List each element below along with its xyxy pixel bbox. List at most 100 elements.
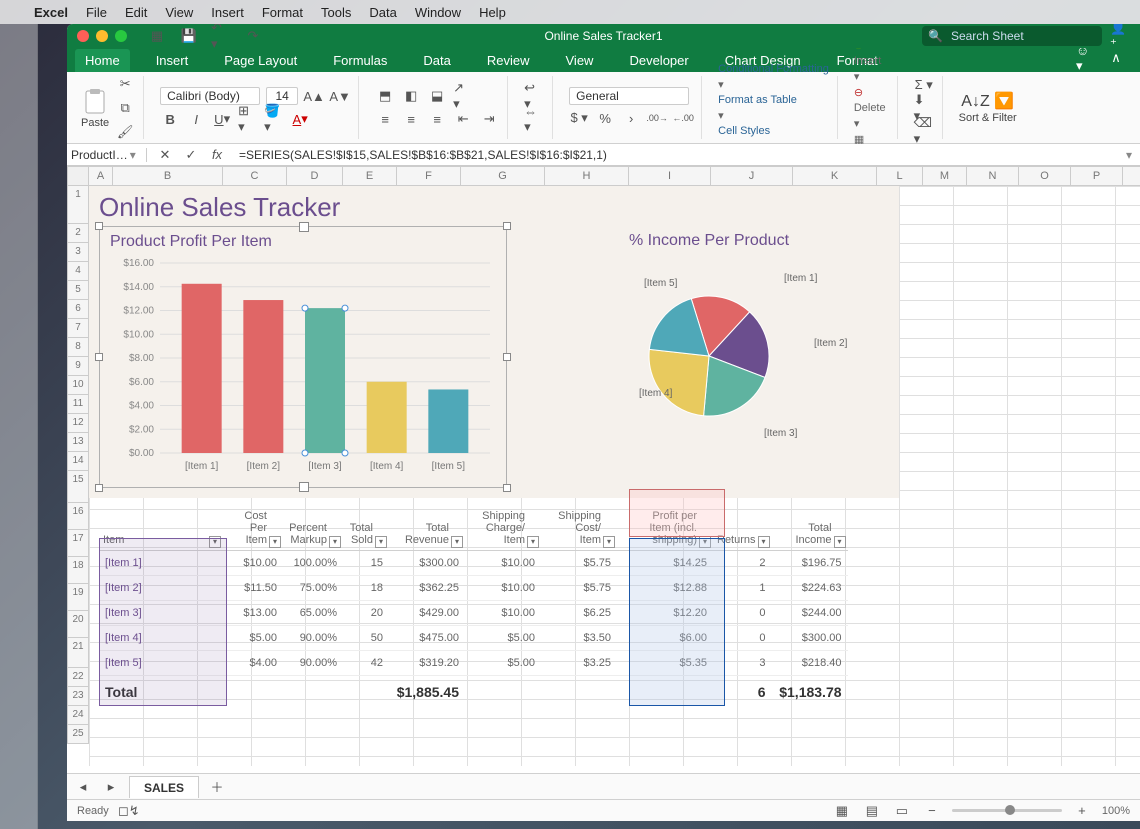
menu-edit[interactable]: Edit <box>125 5 147 20</box>
menu-window[interactable]: Window <box>415 5 461 20</box>
menu-tools[interactable]: Tools <box>321 5 351 20</box>
cut-icon[interactable]: ✂ <box>115 74 135 94</box>
zoom-out-icon[interactable]: − <box>922 801 942 821</box>
macro-record-icon[interactable]: ◻↯ <box>119 801 139 821</box>
format-painter-icon[interactable]: 🖌 <box>115 122 135 142</box>
row-headers[interactable]: 1234567891011121314151617181920212223242… <box>67 186 89 773</box>
menu-insert[interactable]: Insert <box>211 5 244 20</box>
styles-group: Conditional Formatting ▾ Format as Table… <box>710 76 838 139</box>
delete-button[interactable]: Delete <box>854 102 889 114</box>
menu-view[interactable]: View <box>165 5 193 20</box>
align-right-icon[interactable]: ≡ <box>427 109 447 129</box>
zoom-window-button[interactable] <box>115 30 127 42</box>
cancel-formula-icon[interactable]: ✕ <box>155 145 175 165</box>
sheet-tab-sales[interactable]: SALES <box>129 776 199 798</box>
tab-data[interactable]: Data <box>413 49 460 72</box>
bar-chart[interactable]: Product Profit Per Item $16.00$14.00$12.… <box>99 226 507 488</box>
redo-icon[interactable]: ↷ <box>243 26 263 46</box>
page-layout-view-icon[interactable]: ▤ <box>862 801 882 821</box>
tab-formulas[interactable]: Formulas <box>323 49 397 72</box>
tab-insert[interactable]: Insert <box>146 49 199 72</box>
svg-text:[Item 3]: [Item 3] <box>764 428 798 439</box>
decrease-indent-icon[interactable]: ⇤ <box>453 109 473 129</box>
search-sheet[interactable]: 🔍 <box>922 26 1102 46</box>
align-center-icon[interactable]: ≡ <box>401 109 421 129</box>
fill-color-icon[interactable]: 🪣 ▾ <box>264 109 284 129</box>
percent-icon[interactable]: % <box>595 108 615 128</box>
filter-button[interactable]: ▾ <box>527 536 539 548</box>
align-top-icon[interactable]: ⬒ <box>375 86 395 106</box>
tab-home[interactable]: Home <box>75 49 130 72</box>
decrease-font-icon[interactable]: A▼ <box>330 86 350 106</box>
format-as-table-button[interactable]: Format as Table <box>718 94 829 106</box>
bold-icon[interactable]: B <box>160 109 180 129</box>
decrease-decimal-icon[interactable]: ←.00 <box>673 108 693 128</box>
formula-input[interactable]: =SERIES(SALES!$I$15,SALES!$B$16:$B$21,SA… <box>235 148 1118 162</box>
svg-text:[Item 2]: [Item 2] <box>814 338 848 349</box>
close-window-button[interactable] <box>77 30 89 42</box>
borders-icon[interactable]: ⊞ ▾ <box>238 109 258 129</box>
increase-font-icon[interactable]: A▲ <box>304 86 324 106</box>
filter-button[interactable]: ▾ <box>269 536 281 548</box>
tab-view[interactable]: View <box>556 49 604 72</box>
menu-data[interactable]: Data <box>369 5 396 20</box>
align-bottom-icon[interactable]: ⬓ <box>427 86 447 106</box>
zoom-slider[interactable] <box>952 809 1062 812</box>
orientation-icon[interactable]: ↗ ▾ <box>453 86 473 106</box>
account-icon[interactable]: ☺ ▾ <box>1076 48 1096 68</box>
italic-icon[interactable]: I <box>186 109 206 129</box>
next-sheet-icon[interactable]: ▸ <box>101 777 121 797</box>
minimize-window-button[interactable] <box>96 30 108 42</box>
menu-help[interactable]: Help <box>479 5 506 20</box>
increase-indent-icon[interactable]: ⇥ <box>479 109 499 129</box>
undo-icon[interactable]: ↶ ▾ <box>211 26 231 46</box>
sort-filter-button[interactable]: A↓Z 🔽 Sort & Filter <box>959 91 1017 124</box>
cell-styles-button[interactable]: Cell Styles <box>718 125 829 137</box>
filter-button[interactable]: ▾ <box>834 536 846 548</box>
currency-icon[interactable]: $ ▾ <box>569 108 589 128</box>
number-format-select[interactable]: General <box>569 87 689 105</box>
conditional-formatting-button[interactable]: Conditional Formatting <box>718 63 829 75</box>
tab-page-layout[interactable]: Page Layout <box>214 49 307 72</box>
svg-text:$2.00: $2.00 <box>129 424 154 435</box>
filter-button[interactable]: ▾ <box>451 536 463 548</box>
name-box[interactable]: ProductI…▾ <box>67 148 147 162</box>
align-middle-icon[interactable]: ◧ <box>401 86 421 106</box>
paste-button[interactable]: Paste <box>81 87 109 129</box>
share-icon[interactable]: 👤⁺ <box>1110 26 1130 46</box>
filter-button[interactable]: ▾ <box>603 536 615 548</box>
save-icon[interactable]: 💾 <box>179 26 199 46</box>
menu-file[interactable]: File <box>86 5 107 20</box>
copy-icon[interactable]: ⧉ <box>115 98 135 118</box>
normal-view-icon[interactable]: ▦ <box>832 801 852 821</box>
add-sheet-icon[interactable]: ＋ <box>207 777 227 797</box>
prev-sheet-icon[interactable]: ◂ <box>73 777 93 797</box>
column-headers[interactable]: ABCDEFGHIJKLMNOPQ <box>89 166 1140 186</box>
workbook-views-icon[interactable]: ▦ <box>147 26 167 46</box>
accept-formula-icon[interactable]: ✓ <box>181 145 201 165</box>
select-all-corner[interactable] <box>67 166 89 186</box>
filter-button[interactable]: ▾ <box>375 536 387 548</box>
page-break-view-icon[interactable]: ▭ <box>892 801 912 821</box>
expand-formula-icon[interactable]: ▾ <box>1118 148 1140 162</box>
filter-button[interactable]: ▾ <box>758 536 770 548</box>
underline-icon[interactable]: U ▾ <box>212 109 232 129</box>
insert-button[interactable]: Insert <box>854 55 889 67</box>
merge-icon[interactable]: ⇔ ▾ <box>524 109 544 129</box>
increase-decimal-icon[interactable]: .00→ <box>647 108 667 128</box>
fx-icon[interactable]: fx <box>207 145 227 165</box>
tab-review[interactable]: Review <box>477 49 540 72</box>
align-left-icon[interactable]: ≡ <box>375 109 395 129</box>
clear-icon[interactable]: ⌫ ▾ <box>914 121 934 141</box>
filter-button[interactable]: ▾ <box>329 536 341 548</box>
app-name[interactable]: Excel <box>34 5 68 20</box>
tab-developer[interactable]: Developer <box>619 49 698 72</box>
pie-chart[interactable]: % Income Per Product [Item 1][Item 2][It… <box>524 226 894 454</box>
menu-format[interactable]: Format <box>262 5 303 20</box>
zoom-in-icon[interactable]: + <box>1072 801 1092 821</box>
font-color-icon[interactable]: A ▾ <box>290 109 310 129</box>
search-input[interactable] <box>949 28 1096 44</box>
comma-icon[interactable]: › <box>621 108 641 128</box>
grid-body[interactable]: Online Sales Tracker Product Profit Per … <box>89 186 1140 773</box>
font-group: Calibri (Body) 14 A▲ A▼ B I U ▾ ⊞ ▾ 🪣 ▾ … <box>152 76 359 139</box>
